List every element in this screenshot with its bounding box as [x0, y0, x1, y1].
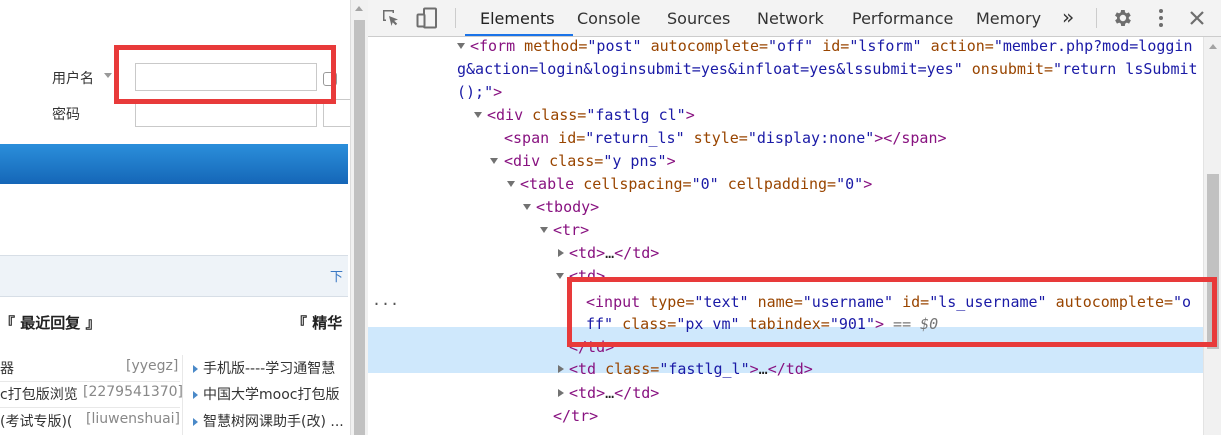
- page-scrollbar[interactable]: [350, 0, 368, 435]
- dom-node-span[interactable]: <span id="return_ls" style="display:none…: [504, 129, 947, 147]
- dom-node-tr-close: </tr>: [553, 407, 599, 425]
- divider: [0, 407, 180, 408]
- dom-node-form-cont: ();">: [457, 83, 503, 101]
- list-item[interactable]: 器: [0, 358, 14, 378]
- node-ellipsis-menu[interactable]: ...: [372, 291, 399, 309]
- device-toolbar-icon[interactable]: [416, 7, 438, 29]
- annotation-highlight-box: [114, 45, 336, 104]
- username-label: 用户名: [52, 71, 94, 87]
- expand-arrow-icon[interactable]: [540, 227, 548, 233]
- toolbar-divider: [455, 8, 456, 28]
- dom-node-table[interactable]: <table cellspacing="0" cellpadding="0">: [520, 175, 872, 193]
- column-divider: [182, 355, 183, 435]
- tab-network[interactable]: Network: [757, 0, 824, 36]
- tab-elements[interactable]: Elements: [465, 0, 573, 36]
- list-item[interactable]: c打包版浏览: [0, 384, 78, 404]
- scroll-up-icon[interactable]: [355, 6, 363, 11]
- dom-node-td-fastlg[interactable]: <td class="fastlg_l">…</td>: [569, 360, 813, 378]
- list-item-title[interactable]: 中国大学mooc打包版: [203, 387, 339, 403]
- collapse-arrow-icon[interactable]: [558, 249, 564, 257]
- tab-console[interactable]: Console: [577, 0, 641, 36]
- section-band: 下: [0, 255, 348, 297]
- bullet-arrow-icon: [193, 365, 198, 373]
- list-item-user[interactable]: [yyegz]: [126, 358, 178, 374]
- featured-header: 『 精华: [292, 314, 343, 332]
- collapse-arrow-icon[interactable]: [558, 365, 564, 373]
- list-item[interactable]: 智慧树网课助手(改) ...: [193, 411, 344, 431]
- recent-replies-header: 『 最近回复 』: [0, 314, 101, 332]
- list-item-title[interactable]: (考试专版)(: [0, 414, 72, 430]
- more-link[interactable]: 下: [330, 266, 343, 285]
- dom-node-tbody[interactable]: <tbody>: [536, 198, 599, 216]
- expand-arrow-icon[interactable]: [457, 43, 465, 49]
- list-item-title[interactable]: 器: [0, 361, 14, 377]
- divider: [0, 381, 180, 382]
- more-options-icon[interactable]: [1152, 8, 1170, 28]
- tab-performance[interactable]: Performance: [852, 0, 953, 36]
- expand-arrow-icon[interactable]: [474, 112, 482, 118]
- expand-arrow-icon[interactable]: [507, 181, 515, 187]
- bullet-arrow-icon: [193, 418, 198, 426]
- expand-arrow-icon[interactable]: [523, 204, 531, 210]
- scroll-up-icon[interactable]: [1209, 44, 1217, 49]
- annotation-highlight-box: [567, 277, 1217, 347]
- tab-memory[interactable]: Memory: [976, 0, 1041, 36]
- expand-arrow-icon[interactable]: [490, 158, 498, 164]
- dom-node-div-y[interactable]: <div class="y pns">: [504, 152, 676, 170]
- dom-tree[interactable]: ... <form method="post" autocomplete="of…: [368, 37, 1204, 435]
- devtools-scrollbar[interactable]: [1203, 37, 1221, 435]
- chevron-down-icon[interactable]: [104, 73, 112, 78]
- settings-gear-icon[interactable]: [1111, 7, 1133, 29]
- bullet-arrow-icon: [193, 391, 198, 399]
- list-item[interactable]: 中国大学mooc打包版: [193, 384, 339, 404]
- toolbar-divider: [1096, 8, 1097, 28]
- list-item[interactable]: (考试专版)(: [0, 411, 72, 431]
- list-item-title[interactable]: 手机版----学习通智慧: [203, 361, 335, 377]
- dom-node-td[interactable]: <td>…</td>: [569, 244, 659, 262]
- password-label: 密码: [52, 107, 80, 123]
- expand-arrow-icon[interactable]: [556, 273, 564, 279]
- tab-sources[interactable]: Sources: [667, 0, 730, 36]
- list-item[interactable]: 手机版----学习通智慧: [193, 358, 335, 378]
- dom-node-td[interactable]: <td>…</td>: [569, 384, 659, 402]
- dom-node-div-fastlg[interactable]: <div class="fastlg cl">: [487, 106, 695, 124]
- list-item-title[interactable]: 智慧树网课助手(改) ...: [203, 414, 344, 430]
- more-tabs-button[interactable]: »: [1062, 0, 1074, 36]
- nav-bar: [0, 144, 348, 184]
- list-item-user[interactable]: [liuwenshuai]: [86, 411, 180, 427]
- devtools-panel: Elements Console Sources Network Perform…: [368, 0, 1221, 435]
- devtools-toolbar: Elements Console Sources Network Perform…: [368, 0, 1221, 37]
- close-icon[interactable]: [1189, 10, 1205, 26]
- list-item-user[interactable]: [2279541370]: [83, 384, 183, 400]
- list-item-title[interactable]: c打包版浏览: [0, 387, 78, 403]
- dom-node-form-cont: g&action=login&loginsubmit=yes&infloat=y…: [457, 60, 1198, 78]
- collapse-arrow-icon[interactable]: [558, 389, 564, 397]
- dom-node-tr[interactable]: <tr>: [553, 221, 589, 239]
- inspect-element-icon[interactable]: [381, 8, 401, 28]
- dom-node-form[interactable]: <form method="post" autocomplete="off" i…: [470, 37, 1193, 55]
- scrollbar-thumb[interactable]: [354, 20, 365, 435]
